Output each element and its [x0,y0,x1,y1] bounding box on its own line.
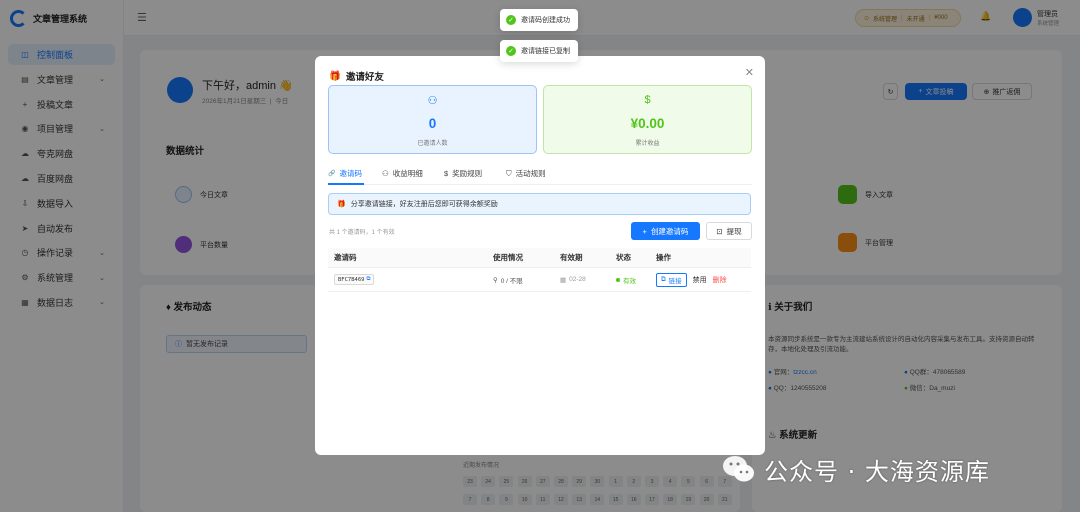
dollar-icon: $ [644,94,651,106]
th-expiry: 有效期 [560,253,583,262]
modal-tabs: 🔗 邀请码 ⚇ 收益明细 $ 奖励规则 ⛉ 活动规则 [328,163,752,185]
check-circle-icon: ✓ [506,15,516,25]
tab-earnings-detail[interactable]: ⚇ 收益明细 [382,168,423,179]
toast-copied: ✓ 邀请链接已复制 [500,40,578,62]
invite-code-tag[interactable]: BFC7B469 ⧉ [334,274,375,285]
earnings-label: 累计收益 [635,141,660,147]
link-icon: 🔗 [328,171,336,177]
copy-link-button[interactable]: ⧉ 链接 [656,272,687,287]
stat-total-earnings: $ ¥0.00 累计收益 [543,85,752,154]
status-badge: 有效 [616,268,636,291]
check-circle-icon: ✓ [506,46,516,56]
invite-info-bar: 🎁 分享邀请链接，好友注册后您即可获得余额奖励 [328,193,751,215]
stat-invited-count: ⚇ 0 已邀请人数 [328,85,537,154]
shield-icon: ⛉ [506,168,512,178]
modal-title: 🎁 邀请好友 [329,70,384,84]
table-row: BFC7B469 ⧉ ⚲ 0 / 不限 ▦ 02-28 有效 ⧉ 链接 禁用 删除 [328,268,751,292]
active-tab-indicator [328,183,364,185]
gift-icon: 🎁 [329,70,341,82]
create-invite-code-button[interactable]: + 创建邀请码 [631,222,700,240]
invited-count-value: 0 [428,116,437,131]
close-icon[interactable]: ✕ [745,66,754,79]
actions-cell: ⧉ 链接 禁用 删除 [656,268,727,291]
user-icon: ⚲ [493,276,498,284]
withdraw-icon: ⊡ [716,226,723,236]
wechat-logo-icon [723,456,754,482]
withdraw-button[interactable]: ⊡ 提现 [706,222,752,240]
tab-reward-rules[interactable]: $ 奖励规则 [444,168,482,179]
invited-count-label: 已邀请人数 [417,141,448,147]
invite-code-table: 邀请码 使用情况 有效期 状态 操作 BFC7B469 ⧉ ⚲ 0 / 不限 ▦ 02… [328,248,751,292]
th-status: 状态 [616,253,631,262]
users-icon: ⚇ [427,95,438,107]
th-actions: 操作 [656,253,671,262]
toast-created: ✓ 邀请码创建成功 [500,9,578,31]
invite-count-text: 共 1 个邀请码，1 个有效 [329,230,395,236]
earnings-value: ¥0.00 [630,116,665,131]
invite-modal: 🎁 邀请好友 ✕ ⚇ 0 已邀请人数 $ ¥0.00 累计收益 🔗 邀请码 ⚇ 收益… [315,56,765,455]
tab-activity-rules[interactable]: ⛉ 活动规则 [506,168,546,179]
dollar-icon: $ [444,169,449,178]
expiry-cell: ▦ 02-28 [560,276,586,284]
status-dot-icon [616,277,620,282]
link-icon: ⧉ [661,275,666,283]
watermark: 公众号 · 大海资源库 [722,452,1062,486]
watermark-text: 公众号 · 大海资源库 [764,457,990,486]
disable-button[interactable]: 禁用 [693,275,707,285]
th-code: 邀请码 [334,253,357,262]
gift-icon: 🎁 [337,201,346,208]
usage-cell: ⚲ 0 / 不限 [493,276,523,285]
tab-invite-code[interactable]: 🔗 邀请码 [328,168,362,179]
delete-button[interactable]: 删除 [713,275,727,285]
plus-icon: + [642,226,647,236]
copy-icon[interactable]: ⧉ [367,276,371,283]
table-header: 邀请码 使用情况 有效期 状态 操作 [328,248,751,268]
users-icon: ⚇ [382,169,389,178]
calendar-icon: ▦ [560,276,567,284]
th-usage: 使用情况 [493,253,523,262]
